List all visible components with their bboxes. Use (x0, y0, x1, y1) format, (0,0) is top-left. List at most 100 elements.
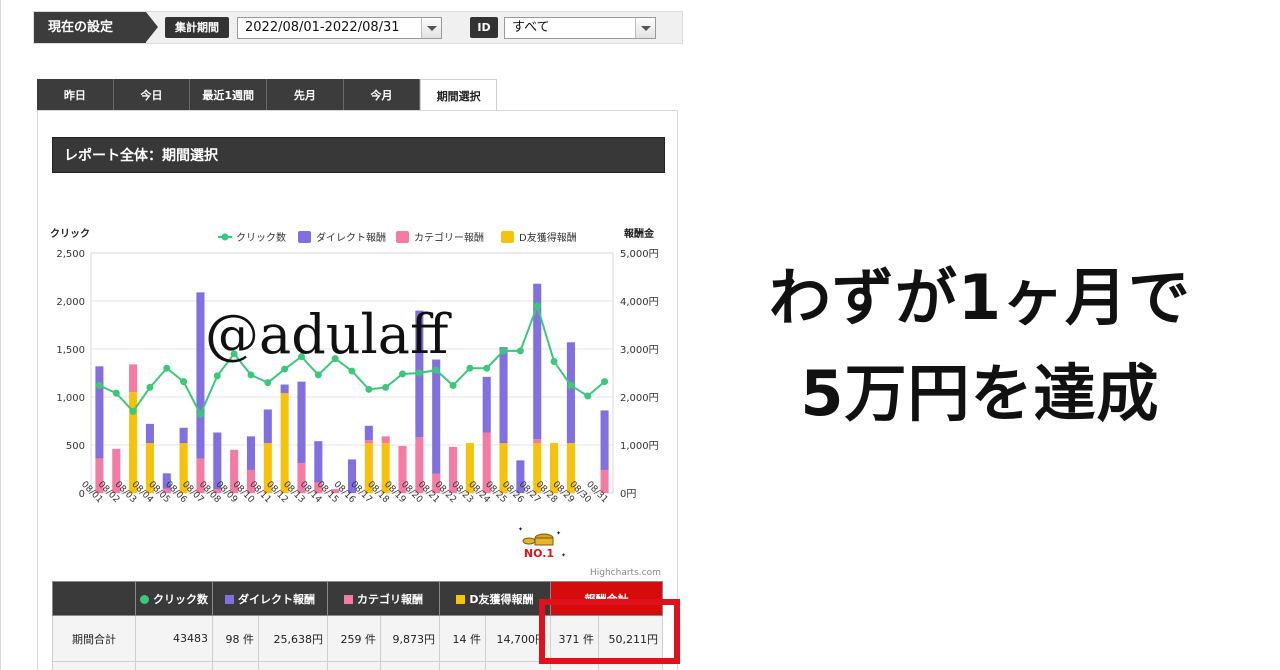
summary-direct-amount: 25,638円 (258, 615, 328, 662)
svg-text:✦: ✦ (556, 530, 561, 537)
click-point (550, 357, 558, 365)
click-point (601, 378, 609, 386)
legend-label: クリック数 (236, 231, 286, 244)
period-tabs: 昨日 今日 最近1週間 先月 今月 期間選択 (37, 79, 498, 111)
summary-category-amount: 9,873円 (380, 615, 440, 662)
bar-segment (246, 436, 256, 470)
bar-segment (297, 381, 306, 464)
legend-swatch (298, 231, 311, 243)
y-right-tick-label: 3,000円 (620, 345, 659, 356)
y-left-axis-title: クリック (50, 228, 90, 240)
bar-segment (263, 409, 272, 444)
bar-segment (364, 425, 373, 441)
tab-last-month[interactable]: 先月 (267, 79, 344, 111)
chevron-down-icon[interactable] (421, 18, 441, 38)
legend-label: カテゴリー報酬 (414, 231, 484, 244)
click-point (365, 385, 373, 393)
headline: わずが1ヶ月で 5万円を達成 (700, 250, 1260, 442)
y-left-tick-label: 2,500 (56, 249, 85, 260)
y-left-tick-label: 1,000 (56, 393, 85, 404)
click-point (213, 372, 221, 380)
summary-dfriend-count: 14 件 (439, 615, 486, 662)
period-value: 2022/08/01-2022/08/31 (245, 20, 400, 35)
bar-segment (499, 347, 508, 444)
summary-header-clicks: クリック数 (135, 581, 213, 616)
click-point (432, 366, 440, 374)
headline-line-1: わずが1ヶ月で (768, 261, 1192, 334)
chart-credit[interactable]: Highcharts.com (590, 568, 661, 578)
bar-segment (432, 359, 441, 474)
category-square-icon (344, 594, 353, 604)
bar-segment (280, 393, 289, 493)
click-point (584, 392, 592, 400)
y-left-tick-label: 2,000 (56, 297, 85, 308)
period-label: 集計期間 (165, 17, 229, 38)
bar-segment (600, 410, 609, 470)
click-point (516, 347, 524, 355)
summary-header-category: カテゴリ報酬 (327, 581, 440, 616)
click-point (314, 371, 322, 379)
tab-last-week[interactable]: 最近1週間 (190, 79, 268, 111)
headline-line-2: 5万円を達成 (800, 357, 1160, 430)
legend-label: ダイレクト報酬 (316, 231, 386, 244)
y-right-tick-label: 5,000円 (620, 249, 659, 260)
click-point (247, 371, 255, 379)
summary-clicks: 43483 (135, 615, 213, 662)
bar-segment (280, 384, 289, 394)
summary-direct-count: 98 件 (212, 615, 259, 662)
svg-text:✦: ✦ (561, 552, 566, 559)
click-point (95, 381, 103, 389)
legend-swatch (396, 231, 409, 243)
tab-this-month[interactable]: 今月 (343, 79, 421, 111)
click-dot-icon (140, 594, 149, 604)
report-title: レポート全体：期間選択 (52, 137, 665, 173)
summary-header-dfriend: D友獲得報酬 (439, 581, 551, 616)
direct-square-icon (225, 594, 234, 604)
tab-today[interactable]: 今日 (113, 79, 191, 111)
legend-click-marker (221, 233, 229, 241)
tab-period-select[interactable]: 期間選択 (420, 79, 498, 111)
id-value: すべて (512, 20, 550, 35)
click-point (466, 364, 474, 372)
summary-header-blank (52, 581, 136, 616)
bar-segment (364, 440, 373, 444)
click-point (146, 383, 154, 391)
click-point (180, 378, 188, 386)
y-right-tick-label: 0円 (620, 489, 636, 500)
report-chart: 2,500 5,000円 2,000 4,000円 1,500 3,000円 1,000 2,… (50, 227, 659, 505)
svg-text:✦: ✦ (518, 527, 523, 533)
dfriend-square-icon (456, 594, 466, 604)
summary-category-count: 259 件 (327, 615, 381, 662)
period-select[interactable]: 2022/08/01-2022/08/31 (237, 17, 442, 39)
y-right-tick-label: 4,000円 (620, 297, 659, 308)
y-left-tick-label: 500 (66, 441, 85, 452)
no1-badge-icon: ✦ ✦ ✦ NO.1 (518, 527, 566, 560)
bar-segment (129, 364, 138, 393)
chevron-down-icon[interactable] (635, 18, 655, 38)
id-label: ID (470, 17, 498, 38)
tab-yesterday[interactable]: 昨日 (37, 79, 114, 111)
click-point (348, 367, 356, 375)
summary-row-label: 期間合計 (52, 615, 136, 662)
watermark: @adulaff (205, 303, 449, 366)
click-point (483, 364, 491, 372)
legend-swatch (501, 231, 514, 243)
click-point (129, 407, 137, 415)
no1-badge-text: NO.1 (524, 547, 554, 560)
click-point (281, 365, 289, 373)
click-point (196, 410, 204, 418)
y-right-tick-label: 1,000円 (620, 441, 659, 452)
bar-segment (533, 439, 542, 444)
click-point (533, 302, 541, 310)
bar-segment (381, 436, 390, 444)
click-point (399, 370, 407, 378)
legend-label: D友獲得報酬 (519, 231, 577, 244)
bar-segment (566, 342, 575, 444)
click-point (500, 347, 508, 355)
bar-segment (196, 292, 205, 459)
click-point (163, 364, 171, 372)
summary-header-direct: ダイレクト報酬 (212, 581, 328, 616)
click-point (112, 389, 120, 397)
id-select[interactable]: すべて (504, 17, 656, 39)
y-left-tick-label: 1,500 (56, 345, 85, 356)
